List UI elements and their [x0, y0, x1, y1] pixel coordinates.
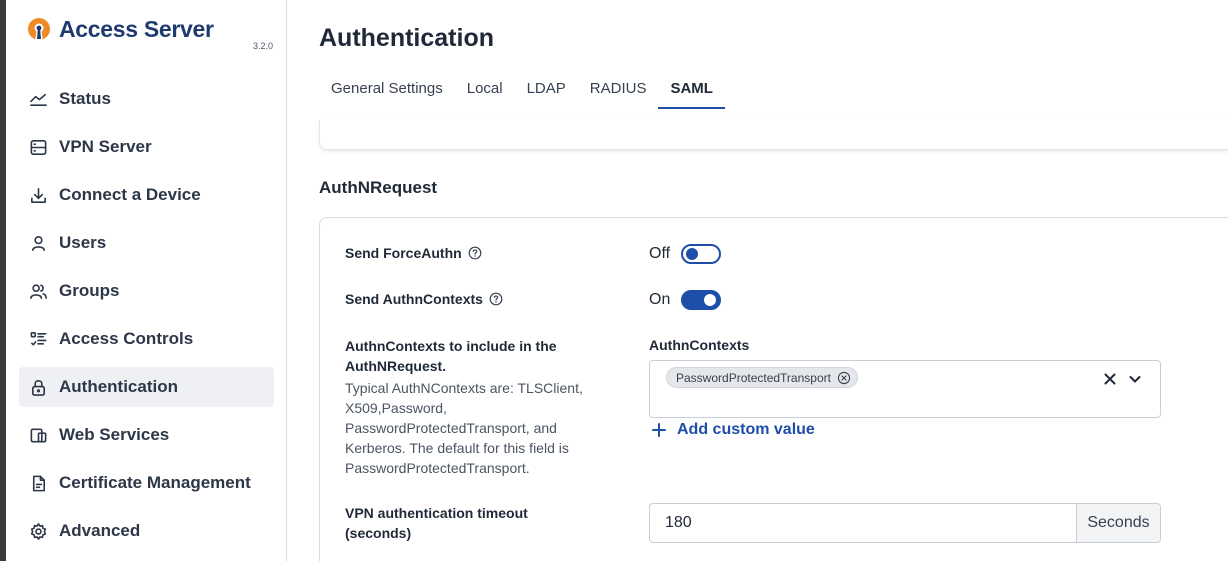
- tab-saml[interactable]: SAML: [658, 74, 725, 109]
- authn-contexts-field-label: AuthnContexts: [649, 337, 750, 353]
- send-force-authn-state: Off: [649, 245, 671, 262]
- main-content: Authentication General Settings Local LD…: [288, 0, 1228, 561]
- sidebar: Access Server 3.2.0 Status VPN Server Co…: [6, 0, 287, 561]
- toggle-knob: [686, 248, 698, 260]
- sidebar-item-label: VPN Server: [59, 137, 152, 156]
- authnrequest-card: Send ForceAuthn Off Send AuthnContexts O…: [319, 217, 1228, 561]
- send-authn-contexts-state: On: [649, 291, 671, 308]
- sidebar-item-label: Users: [59, 233, 107, 252]
- sidebar-item-label: Authentication: [59, 377, 178, 396]
- authn-contexts-help-text: Typical AuthNContexts are: TLSClient, X5…: [345, 380, 583, 476]
- tab-bar: General Settings Local LDAP RADIUS SAML: [319, 74, 725, 109]
- sidebar-item-label: Access Controls: [59, 329, 194, 348]
- chip-label: PasswordProtectedTransport: [676, 370, 831, 385]
- previous-settings-card: [319, 120, 1228, 150]
- send-force-authn-text: Send ForceAuthn: [345, 245, 462, 261]
- sidebar-nav: Status VPN Server Connect a Device Users…: [19, 79, 274, 559]
- user-icon: [28, 233, 48, 253]
- brand-name: Access Server: [59, 16, 214, 42]
- chart-line-icon: [28, 89, 48, 109]
- vpn-auth-timeout-label: VPN authentication timeout (seconds): [345, 505, 528, 541]
- tab-radius[interactable]: RADIUS: [578, 74, 659, 109]
- chevron-down-icon[interactable]: [1127, 371, 1143, 387]
- sidebar-item-label: Certificate Management: [59, 473, 251, 492]
- page-title: Authentication: [319, 24, 494, 52]
- sidebar-item-connect-device[interactable]: Connect a Device: [19, 175, 274, 215]
- send-force-authn-label: Send ForceAuthn: [345, 245, 482, 261]
- sidebar-item-vpn-server[interactable]: VPN Server: [19, 127, 274, 167]
- plus-icon: [651, 422, 667, 438]
- section-title-authnrequest: AuthNRequest: [319, 178, 438, 197]
- tab-general-settings[interactable]: General Settings: [319, 74, 455, 109]
- list-checks-icon: [28, 329, 48, 349]
- lock-icon: [28, 377, 48, 397]
- send-authn-contexts-text: Send AuthnContexts: [345, 291, 483, 307]
- openvpn-logo-icon: [26, 17, 52, 43]
- sidebar-item-label: Advanced: [59, 521, 141, 540]
- users-icon: [28, 281, 48, 301]
- send-authn-contexts-label: Send AuthnContexts: [345, 291, 503, 307]
- send-authn-contexts-control: On: [649, 290, 721, 310]
- help-icon[interactable]: [468, 246, 482, 260]
- tab-ldap[interactable]: LDAP: [515, 74, 578, 109]
- add-custom-value-label: Add custom value: [677, 421, 815, 438]
- clear-icon[interactable]: [1102, 371, 1118, 387]
- sidebar-item-label: Groups: [59, 281, 120, 300]
- sidebar-item-advanced[interactable]: Advanced: [19, 511, 274, 551]
- sidebar-item-label: Connect a Device: [59, 185, 201, 204]
- add-custom-value-button[interactable]: Add custom value: [651, 421, 815, 439]
- sidebar-item-groups[interactable]: Groups: [19, 271, 274, 311]
- download-icon: [28, 185, 48, 205]
- authn-contexts-title: AuthnContexts to include in the AuthNReq…: [345, 338, 557, 374]
- devices-icon: [28, 425, 48, 445]
- sidebar-item-users[interactable]: Users: [19, 223, 274, 263]
- sidebar-item-status[interactable]: Status: [19, 79, 274, 119]
- chip-remove-icon[interactable]: [837, 371, 851, 385]
- sidebar-item-authentication[interactable]: Authentication: [19, 367, 274, 407]
- toggle-knob: [704, 294, 716, 306]
- send-force-authn-control: Off: [649, 244, 721, 264]
- seconds-suffix: Seconds: [1076, 503, 1161, 543]
- tab-local[interactable]: Local: [455, 74, 515, 109]
- gear-icon: [28, 521, 48, 541]
- send-authn-contexts-toggle[interactable]: [681, 290, 721, 310]
- file-certificate-icon: [28, 473, 48, 493]
- vpn-auth-timeout-input[interactable]: [649, 503, 1077, 543]
- sidebar-item-web-services[interactable]: Web Services: [19, 415, 274, 455]
- help-icon[interactable]: [489, 292, 503, 306]
- sidebar-item-label: Status: [59, 89, 111, 108]
- send-force-authn-toggle[interactable]: [681, 244, 721, 264]
- version-badge: 3.2.0: [253, 41, 274, 51]
- brand[interactable]: Access Server: [26, 16, 214, 43]
- sidebar-item-access-controls[interactable]: Access Controls: [19, 319, 274, 359]
- sidebar-item-certificate-management[interactable]: Certificate Management: [19, 463, 274, 503]
- sidebar-item-label: Web Services: [59, 425, 170, 444]
- authn-contexts-multiselect[interactable]: PasswordProtectedTransport: [649, 360, 1161, 418]
- authn-contexts-description: AuthnContexts to include in the AuthNReq…: [345, 336, 595, 478]
- server-icon: [28, 137, 48, 157]
- selected-chip: PasswordProtectedTransport: [666, 367, 858, 388]
